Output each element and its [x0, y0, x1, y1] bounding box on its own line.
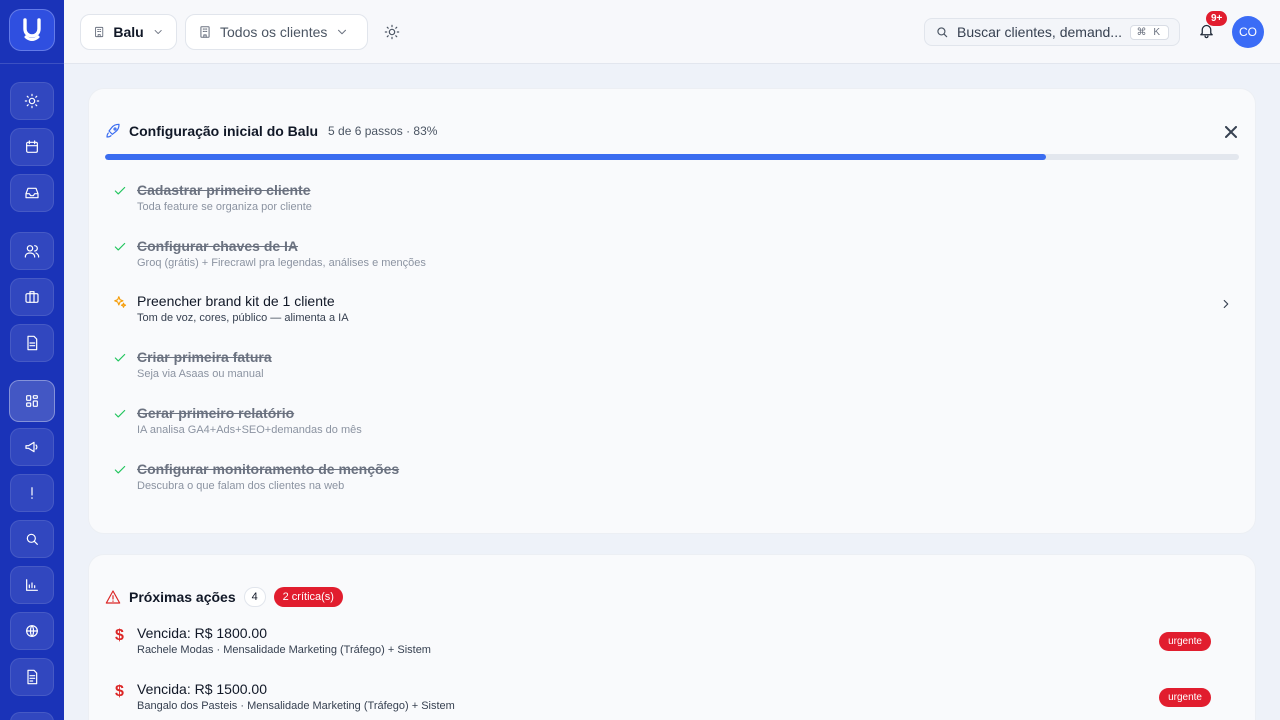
calendar-icon [26, 140, 38, 153]
step-description: Tom de voz, cores, público — alimenta a … [137, 312, 349, 324]
check-icon [113, 240, 129, 256]
megaphone-icon [25, 441, 38, 453]
sidebar-item-alerts[interactable] [10, 474, 54, 512]
sidebar-item-invoices[interactable] [10, 658, 54, 696]
check-icon [113, 463, 129, 479]
step-title: Preencher brand kit de 1 cliente [137, 293, 335, 309]
sidebar [0, 0, 64, 720]
chevron-down-icon [338, 29, 347, 35]
briefcase-icon [25, 291, 39, 303]
sidebar-item-dashboard[interactable] [9, 380, 55, 422]
chevron-right-icon [1219, 297, 1233, 316]
progress-fill [105, 154, 1047, 160]
search-icon [937, 27, 948, 38]
critical-badge: 2 crítica(s) [273, 587, 343, 607]
building-icon [95, 26, 104, 38]
sun-icon [384, 24, 400, 40]
check-icon [113, 184, 129, 200]
top-bar: Balu Todos os clientes Buscar clientes, … [64, 0, 1280, 64]
onboarding-progress-bar [105, 154, 1239, 160]
sidebar-item-projects[interactable] [10, 278, 54, 316]
search-input[interactable]: Buscar clientes, demand... ⌘ K [924, 18, 1180, 46]
client-filter-label: Todos os clientes [220, 24, 328, 40]
action-item[interactable]: $ Vencida: R$ 1500.00 Bangalo dos Pastei… [113, 681, 1211, 720]
onboarding-step-pending[interactable]: Preencher brand kit de 1 cliente Tom de … [113, 293, 1233, 333]
next-actions-header: Próximas ações 4 2 crítica(s) [105, 587, 343, 607]
step-description: Descubra o que falam dos clientes na web [137, 480, 345, 492]
u-logo-icon[interactable] [9, 9, 55, 51]
client-filter-selector[interactable]: Todos os clientes [185, 14, 368, 50]
sidebar-item-inbox[interactable] [10, 174, 54, 212]
step-title: Configurar chaves de IA [137, 238, 299, 254]
rocket-icon [106, 123, 120, 138]
onboarding-step[interactable]: Configurar chaves de IA Groq (grátis) + … [113, 238, 1233, 278]
step-description: IA analisa GA4+Ads+SEO+demandas do mês [137, 424, 362, 436]
sidebar-item-documents[interactable] [10, 324, 54, 362]
users-icon [24, 245, 40, 258]
onboarding-progress-text: 5 de 6 passos · 83% [328, 124, 438, 138]
action-title: Vencida: R$ 1500.00 [137, 681, 267, 697]
workspace-selector[interactable]: Balu [80, 14, 177, 50]
document-icon [27, 669, 38, 685]
urgent-badge: urgente [1159, 688, 1211, 707]
sidebar-item-clients[interactable] [10, 232, 54, 270]
inbox-icon [25, 187, 39, 199]
action-description: Rachele Modas · Mensalidade Marketing (T… [137, 644, 431, 656]
chevron-down-icon [154, 29, 162, 35]
search-icon [26, 533, 38, 545]
action-title: Vencida: R$ 1800.00 [137, 625, 267, 641]
onboarding-step[interactable]: Cadastrar primeiro cliente Toda feature … [113, 182, 1233, 222]
onboarding-step[interactable]: Gerar primeiro relatório IA analisa GA4+… [113, 405, 1233, 445]
sparkles-icon [113, 295, 129, 311]
onboarding-title: Configuração inicial do Balu [129, 123, 319, 139]
sidebar-item-more[interactable] [10, 712, 54, 720]
sidebar-item-reports[interactable] [10, 566, 54, 604]
sidebar-item-web[interactable] [10, 612, 54, 650]
dollar-icon: $ [115, 627, 124, 644]
chart-icon [26, 579, 38, 591]
step-title: Gerar primeiro relatório [137, 405, 295, 421]
actions-count-badge: 4 [243, 587, 266, 607]
sidebar-item-calendar[interactable] [10, 128, 54, 166]
step-description: Groq (grátis) + Firecrawl pra legendas, … [137, 257, 426, 269]
alert-icon [31, 487, 33, 499]
workspace-name: Balu [113, 24, 144, 40]
sidebar-item-search[interactable] [10, 520, 54, 558]
globe-icon [26, 625, 38, 637]
urgent-badge: urgente [1159, 632, 1211, 651]
step-title: Cadastrar primeiro cliente [137, 182, 311, 198]
dashboard-icon [26, 395, 38, 407]
onboarding-card: Configuração inicial do Balu 5 de 6 pass… [88, 88, 1256, 534]
search-shortcut: ⌘ K [1129, 24, 1169, 40]
sidebar-item-today[interactable] [10, 82, 54, 120]
sun-icon [24, 93, 40, 109]
theme-toggle[interactable] [384, 24, 400, 45]
check-icon [113, 351, 129, 367]
avatar[interactable]: CO [1232, 16, 1264, 48]
sidebar-item-campaigns[interactable] [10, 428, 54, 466]
check-icon [113, 407, 129, 423]
sidebar-divider [0, 63, 64, 64]
step-title: Configurar monitoramento de menções [137, 461, 400, 477]
dollar-icon: $ [115, 683, 124, 700]
close-onboarding-button[interactable] [1225, 125, 1237, 143]
notification-count-badge: 9+ [1206, 11, 1228, 26]
step-description: Seja via Asaas ou manual [137, 368, 264, 380]
action-description: Bangalo dos Pasteis · Mensalidade Market… [137, 700, 455, 712]
building-icon [200, 26, 210, 38]
search-placeholder: Buscar clientes, demand... [957, 24, 1122, 40]
onboarding-header: Configuração inicial do Balu 5 de 6 pass… [105, 123, 437, 139]
step-description: Toda feature se organiza por cliente [137, 201, 312, 213]
warning-icon [105, 590, 121, 604]
onboarding-step[interactable]: Criar primeira fatura Seja via Asaas ou … [113, 349, 1233, 389]
action-item[interactable]: $ Vencida: R$ 1800.00 Rachele Modas · Me… [113, 625, 1211, 665]
file-icon [27, 335, 38, 351]
next-actions-title: Próximas ações [129, 589, 236, 605]
next-actions-card: Próximas ações 4 2 crítica(s) $ Vencida:… [88, 554, 1256, 720]
close-icon [1225, 126, 1237, 138]
step-title: Criar primeira fatura [137, 349, 272, 365]
onboarding-step[interactable]: Configurar monitoramento de menções Desc… [113, 461, 1233, 501]
